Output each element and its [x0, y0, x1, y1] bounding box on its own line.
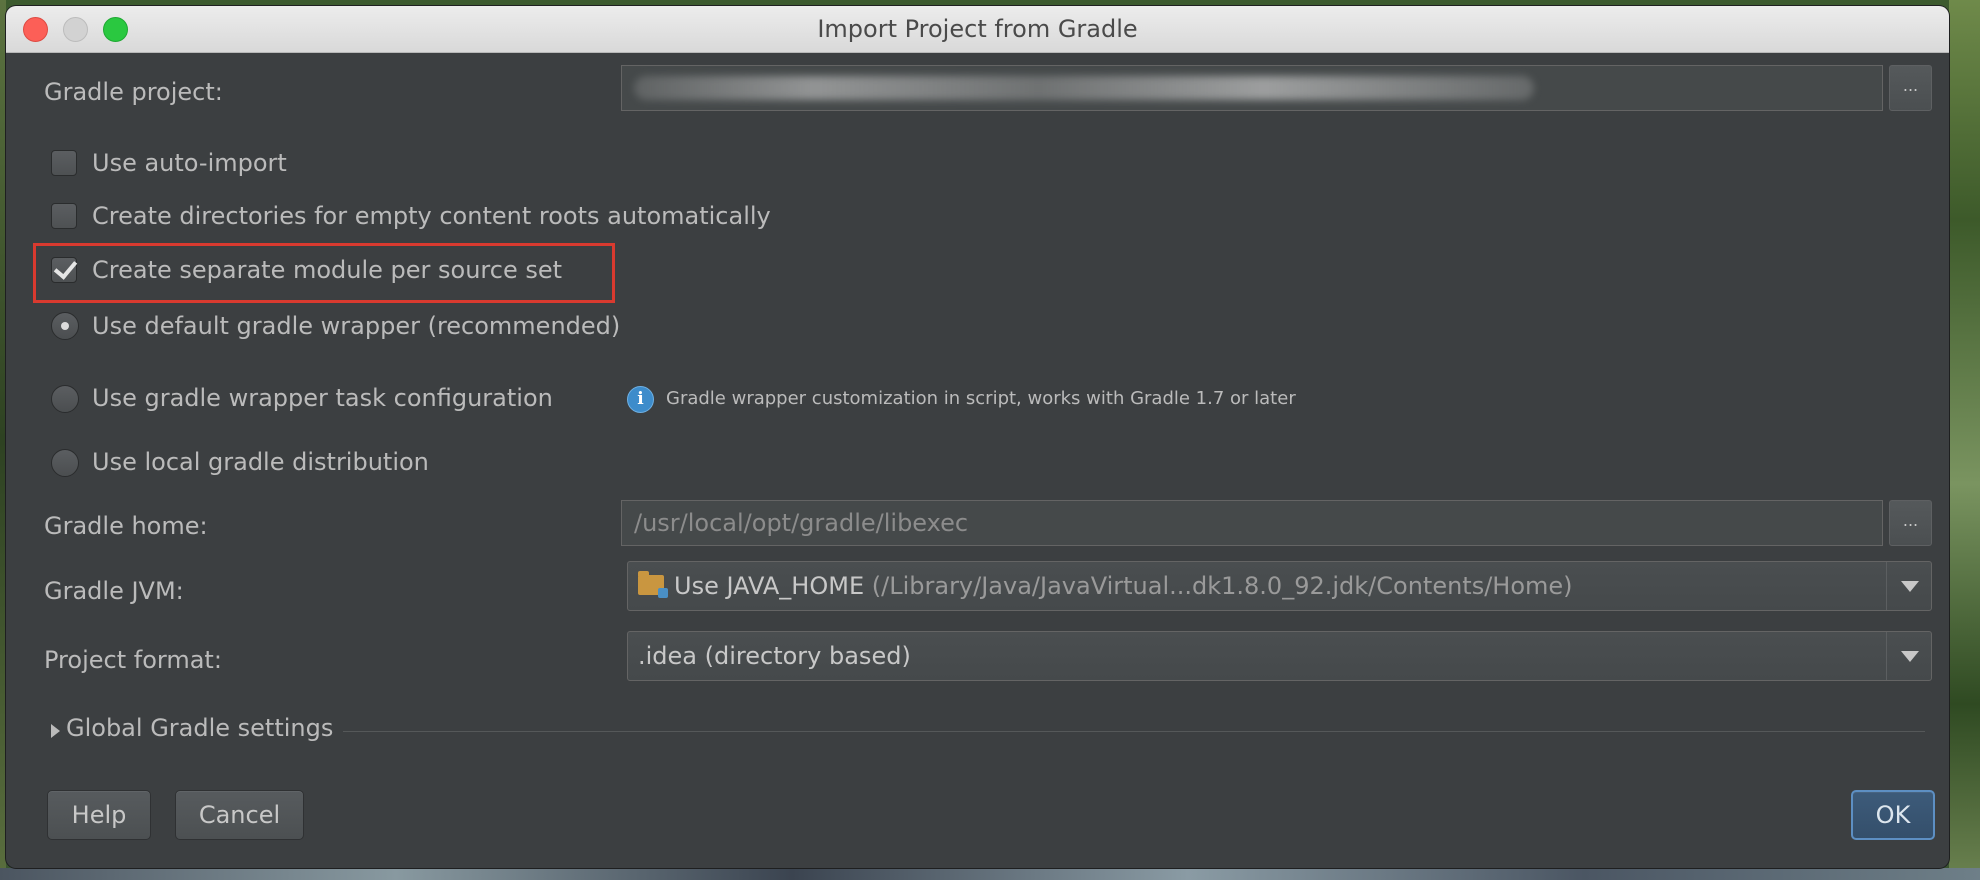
gradle-project-field[interactable] — [621, 65, 1883, 111]
wrapper-info-text: Gradle wrapper customization in script, … — [666, 388, 1296, 409]
global-gradle-settings-toggle[interactable]: Global Gradle settings — [66, 714, 333, 742]
auto-import-label[interactable]: Use auto-import — [92, 149, 287, 177]
redacted-project-path — [634, 76, 1534, 100]
chevron-down-icon[interactable] — [1901, 581, 1919, 592]
desktop-background-right — [1949, 0, 1980, 880]
title-bar: Import Project from Gradle — [6, 6, 1949, 53]
gradle-jvm-path: (/Library/Java/JavaVirtual...dk1.8.0_92.… — [871, 572, 1573, 600]
local-distribution-label[interactable]: Use local gradle distribution — [92, 448, 429, 476]
disclosure-triangle-icon[interactable] — [51, 724, 60, 738]
separate-module-label[interactable]: Create separate module per source set — [92, 256, 562, 284]
info-icon: i — [627, 386, 654, 413]
desktop-background-bottom — [0, 868, 1980, 880]
jdk-folder-icon — [638, 571, 668, 598]
default-wrapper-radio[interactable] — [51, 312, 79, 340]
chevron-down-icon[interactable] — [1901, 651, 1919, 662]
section-divider — [343, 731, 1925, 732]
auto-import-checkbox[interactable] — [51, 150, 77, 176]
gradle-home-label: Gradle home: — [44, 512, 208, 540]
wrapper-task-config-label[interactable]: Use gradle wrapper task configuration — [92, 384, 553, 412]
import-gradle-dialog: Import Project from Gradle Gradle projec… — [6, 6, 1949, 868]
gradle-project-label: Gradle project: — [44, 78, 223, 106]
gradle-project-browse-button[interactable]: ... — [1889, 65, 1932, 111]
cancel-button[interactable]: Cancel — [175, 790, 304, 840]
create-directories-checkbox[interactable] — [51, 203, 77, 229]
gradle-jvm-value: Use JAVA_HOME — [674, 572, 865, 600]
dropdown-separator — [1886, 632, 1887, 680]
help-button[interactable]: Help — [47, 790, 151, 840]
project-format-value: .idea (directory based) — [638, 642, 911, 670]
gradle-home-browse-button[interactable]: ... — [1889, 500, 1932, 546]
dropdown-separator — [1886, 562, 1887, 610]
default-wrapper-label[interactable]: Use default gradle wrapper (recommended) — [92, 312, 620, 340]
ok-button[interactable]: OK — [1851, 790, 1935, 840]
project-format-dropdown[interactable]: .idea (directory based) — [627, 631, 1932, 681]
project-format-label: Project format: — [44, 646, 222, 674]
gradle-jvm-dropdown[interactable]: Use JAVA_HOME (/Library/Java/JavaVirtual… — [627, 561, 1932, 611]
create-directories-label[interactable]: Create directories for empty content roo… — [92, 202, 771, 230]
window-title: Import Project from Gradle — [817, 15, 1138, 43]
wrapper-task-config-radio[interactable] — [51, 385, 79, 413]
separate-module-checkbox[interactable] — [51, 257, 77, 283]
gradle-home-field[interactable]: /usr/local/opt/gradle/libexec — [621, 500, 1883, 546]
local-distribution-radio[interactable] — [51, 449, 79, 477]
gradle-jvm-label: Gradle JVM: — [44, 577, 184, 605]
